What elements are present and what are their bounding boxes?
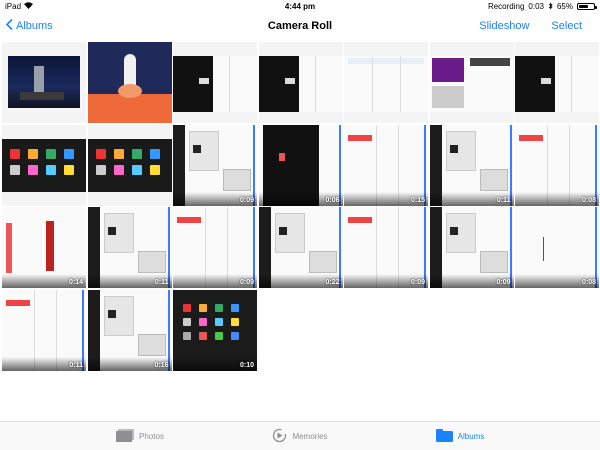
video-thumbnail[interactable]: 0:22 [258, 207, 343, 288]
albums-icon [435, 428, 453, 444]
video-thumbnail[interactable]: 0:10 [173, 289, 257, 371]
photo-thumbnail[interactable] [515, 42, 599, 123]
video-thumbnail[interactable]: 0:06 [258, 124, 343, 206]
bluetooth-icon [548, 2, 553, 12]
video-duration: 0:14 [68, 279, 83, 286]
video-thumbnail[interactable]: 0:08 [515, 124, 599, 206]
video-duration: 0:11 [69, 361, 83, 369]
video-duration: 0:06 [325, 196, 340, 204]
video-thumbnail[interactable]: 0:09 [429, 207, 514, 288]
video-thumbnail[interactable]: 0:09 [173, 207, 257, 288]
tab-photos-label: Photos [139, 431, 164, 441]
video-thumbnail[interactable]: 0:11 [87, 207, 172, 288]
tab-photos[interactable]: Photos [60, 422, 220, 450]
battery-icon [577, 3, 597, 10]
video-duration: 0:15 [410, 196, 425, 204]
photos-icon [116, 428, 135, 444]
memories-icon [272, 428, 287, 445]
video-duration: 0:08 [581, 279, 596, 286]
video-duration: 0:09 [410, 279, 425, 286]
photo-thumbnail[interactable] [2, 42, 86, 123]
nav-bar: Albums Camera Roll Slideshow Select [0, 13, 600, 38]
video-duration: 0:09 [239, 279, 254, 286]
photo-thumbnail[interactable] [344, 42, 428, 123]
video-duration: 0:16 [154, 361, 169, 369]
wifi-icon [24, 2, 34, 11]
video-thumbnail[interactable]: 0:11 [429, 124, 514, 206]
video-thumbnail[interactable]: 0:15 [344, 124, 428, 206]
photo-thumbnail[interactable] [2, 124, 86, 206]
status-bar: iPad 4:44 pm Recording 0:03 65% [0, 0, 600, 13]
video-duration: 0:09 [239, 196, 254, 204]
video-duration: 0:11 [496, 196, 511, 204]
video-duration: 0:22 [325, 279, 340, 286]
tab-albums[interactable]: Albums [380, 422, 540, 450]
video-thumbnail[interactable]: 0:11 [2, 289, 86, 371]
recording-time: 0:03 [528, 2, 544, 11]
tab-memories[interactable]: Memories [220, 422, 380, 450]
video-thumbnail[interactable]: 0:14 [2, 207, 86, 288]
photo-thumbnail[interactable] [173, 42, 257, 123]
tab-albums-label: Albums [457, 431, 485, 441]
video-duration: 0:11 [154, 279, 169, 286]
video-thumbnail[interactable]: 0:09 [173, 124, 257, 206]
tab-bar: Photos Memories Albums [0, 421, 600, 450]
video-duration: 0:08 [581, 196, 596, 204]
video-duration: 0:10 [239, 361, 254, 369]
video-thumbnail[interactable]: 0:08 [515, 207, 599, 288]
photo-thumbnail[interactable] [258, 42, 343, 123]
device-label: iPad [5, 2, 22, 11]
tab-memories-label: Memories [292, 431, 328, 441]
slideshow-button[interactable]: Slideshow [479, 20, 529, 32]
select-button[interactable]: Select [551, 20, 582, 32]
video-thumbnail[interactable]: 0:16 [87, 289, 172, 371]
video-thumbnail[interactable]: 0:09 [344, 207, 428, 288]
photo-thumbnail[interactable] [87, 42, 172, 123]
video-duration: 0:09 [496, 279, 511, 286]
photo-thumbnail[interactable] [429, 42, 514, 123]
chevron-left-icon [5, 18, 13, 33]
back-button-label: Albums [16, 19, 53, 32]
photo-thumbnail[interactable] [87, 124, 172, 206]
photo-grid: 0:09 0:06 0:15 0:11 0:08 0:14 0:11 0:09 0:22 0:09… [0, 38, 600, 416]
battery-percent: 65% [556, 2, 573, 11]
recording-label: Recording [487, 2, 525, 11]
albums-back-button[interactable]: Albums [5, 18, 53, 33]
